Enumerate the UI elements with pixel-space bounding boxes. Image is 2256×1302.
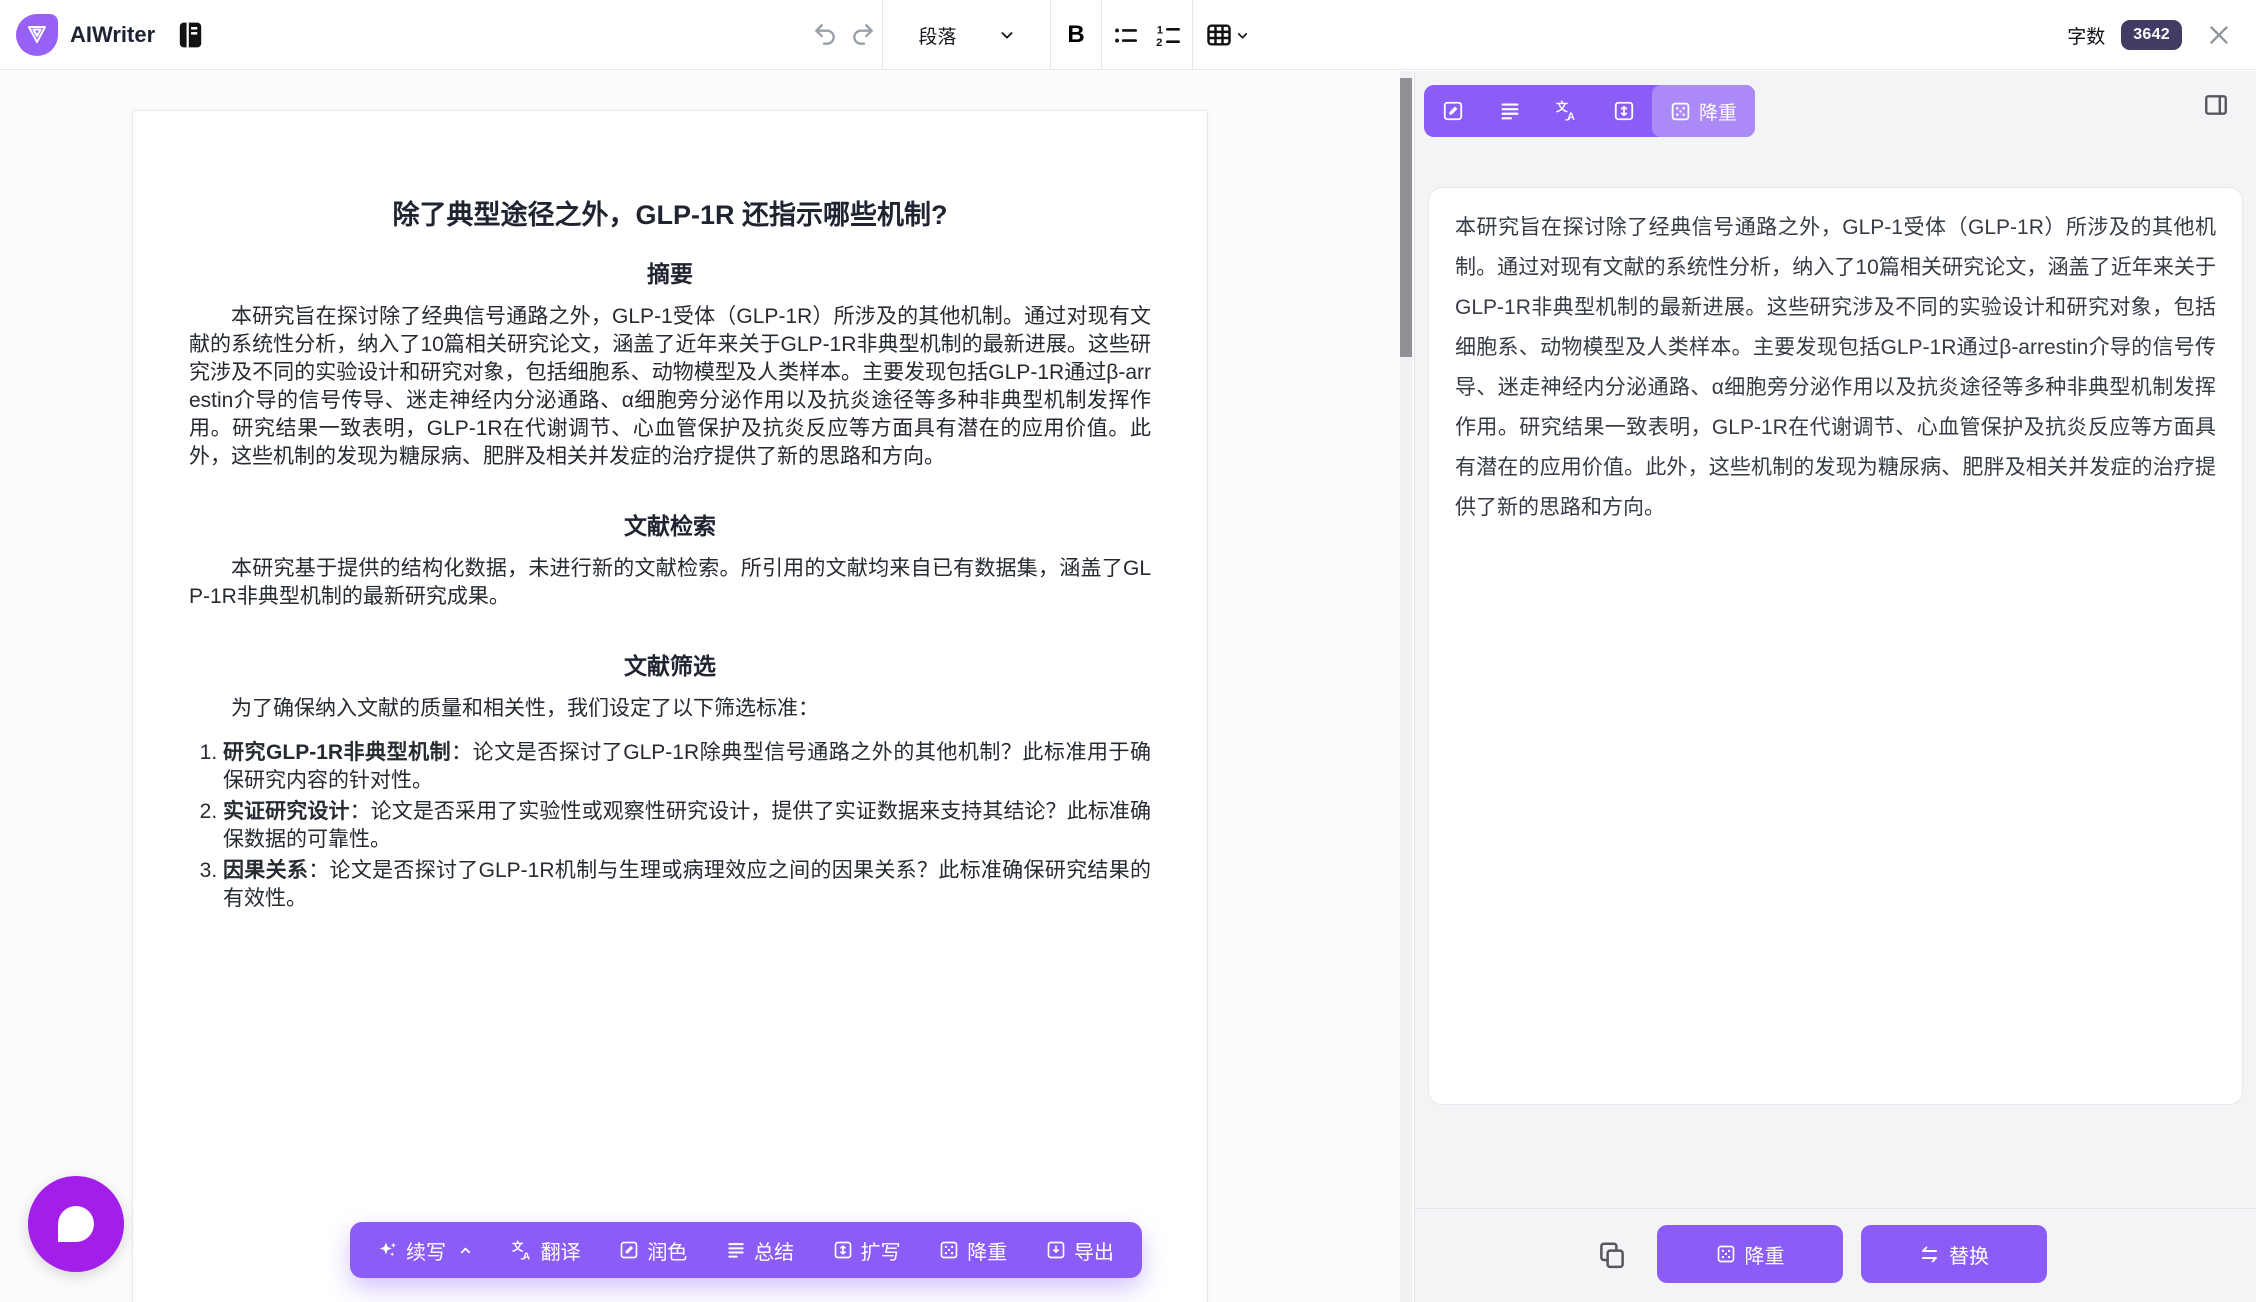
dedupe-square-icon bbox=[1716, 1244, 1736, 1264]
polish-button[interactable]: 润色 bbox=[619, 1236, 687, 1265]
abstract-heading[interactable]: 摘要 bbox=[189, 255, 1151, 289]
topbar-right: 字数 3642 bbox=[2067, 0, 2232, 70]
sparkles-icon bbox=[378, 1240, 398, 1260]
svg-text:2: 2 bbox=[1156, 37, 1162, 49]
screening-criteria-list[interactable]: 研究GLP-1R非典型机制：论文是否探讨了GLP-1R除典型信号通路之外的其他机… bbox=[223, 739, 1151, 913]
summarize-button[interactable]: 总结 bbox=[726, 1236, 794, 1265]
document-title[interactable]: 除了典型途径之外，GLP-1R 还指示哪些机制? bbox=[189, 197, 1151, 233]
top-toolbar: AIWriter 段落 B bbox=[0, 0, 2256, 70]
word-count-label: 字数 bbox=[2067, 22, 2105, 49]
chat-bubble-icon bbox=[58, 1206, 94, 1242]
criterion-desc: ：论文是否采用了实验性或观察性研究设计，提供了实证数据来支持其结论？此标准确保数… bbox=[223, 800, 1151, 851]
expand-square-icon bbox=[833, 1240, 853, 1260]
lit-search-heading[interactable]: 文献检索 bbox=[189, 507, 1151, 541]
numbered-list-button[interactable]: 1 2 bbox=[1155, 22, 1182, 49]
paragraph-style-dropdown[interactable]: 段落 bbox=[883, 0, 1050, 70]
continue-writing-button[interactable]: 续写 bbox=[378, 1236, 473, 1265]
edit-square-icon bbox=[1442, 100, 1464, 122]
dedupe-result-card: 本研究旨在探讨除了经典信号通路之外，GLP-1受体（GLP-1R）所涉及的其他机… bbox=[1428, 187, 2243, 1105]
lines-icon bbox=[726, 1240, 746, 1260]
table-icon bbox=[1205, 21, 1233, 49]
svg-text:1: 1 bbox=[1157, 24, 1163, 36]
list-item[interactable]: 研究GLP-1R非典型机制：论文是否探讨了GLP-1R除典型信号通路之外的其他机… bbox=[223, 739, 1151, 795]
document-page[interactable]: 除了典型途径之外，GLP-1R 还指示哪些机制? 摘要 本研究旨在探讨除了经典信… bbox=[132, 110, 1208, 1302]
tab-dedupe[interactable]: 降重 bbox=[1652, 85, 1755, 137]
brand: AIWriter bbox=[16, 14, 204, 56]
export-button[interactable]: 导出 bbox=[1046, 1236, 1114, 1265]
tab-dedupe-label: 降重 bbox=[1699, 98, 1737, 125]
app-name: AIWriter bbox=[70, 22, 155, 48]
tab-expand[interactable] bbox=[1595, 85, 1652, 137]
caret-up-icon bbox=[458, 1243, 473, 1258]
expand-square-icon bbox=[1613, 100, 1635, 122]
screening-heading[interactable]: 文献筛选 bbox=[189, 647, 1151, 681]
tab-summarize[interactable] bbox=[1481, 85, 1538, 137]
screening-intro-paragraph[interactable]: 为了确保纳入文献的质量和相关性，我们设定了以下筛选标准： bbox=[189, 695, 1151, 723]
swap-arrows-icon bbox=[1919, 1244, 1940, 1265]
bold-button[interactable]: B bbox=[1067, 21, 1084, 49]
criterion-term: 实证研究设计 bbox=[223, 800, 350, 823]
paragraph-style-value: 段落 bbox=[918, 22, 956, 49]
document-panel-icon[interactable] bbox=[177, 20, 204, 50]
collapse-panel-icon[interactable] bbox=[2202, 92, 2230, 118]
undo-button[interactable] bbox=[806, 0, 844, 70]
dedupe-result-text: 本研究旨在探讨除了经典信号通路之外，GLP-1受体（GLP-1R）所涉及的其他机… bbox=[1455, 208, 2216, 528]
tab-polish[interactable] bbox=[1424, 85, 1481, 137]
criterion-term: 因果关系 bbox=[223, 859, 308, 882]
dedupe-action-button[interactable]: 降重 bbox=[1657, 1225, 1843, 1283]
list-item[interactable]: 因果关系：论文是否探讨了GLP-1R机制与生理或病理效应之间的因果关系？此标准确… bbox=[223, 857, 1151, 913]
list-item[interactable]: 实证研究设计：论文是否采用了实验性或观察性研究设计，提供了实证数据来支持其结论？… bbox=[223, 798, 1151, 854]
editor-toolbar: 段落 B 1 2 bbox=[806, 0, 1265, 70]
dedupe-square-icon bbox=[939, 1240, 959, 1260]
editor-scrollbar-thumb[interactable] bbox=[1400, 78, 1412, 357]
lit-search-paragraph[interactable]: 本研究基于提供的结构化数据，未进行新的文献检索。所引用的文献均来自已有数据集，涵… bbox=[189, 555, 1151, 611]
dedupe-square-icon bbox=[1670, 101, 1691, 122]
expand-button[interactable]: 扩写 bbox=[833, 1236, 901, 1265]
translate-icon: 文 A bbox=[512, 1240, 533, 1261]
chat-fab-button[interactable] bbox=[28, 1176, 124, 1272]
chevron-down-icon bbox=[1236, 29, 1249, 42]
bullet-list-button[interactable] bbox=[1112, 22, 1139, 49]
copy-icon[interactable] bbox=[1597, 1240, 1627, 1270]
panel-footer-divider bbox=[1415, 1208, 2256, 1209]
export-square-icon bbox=[1046, 1240, 1066, 1260]
insert-table-dropdown[interactable] bbox=[1193, 0, 1265, 70]
criterion-desc: ：论文是否探讨了GLP-1R机制与生理或病理效应之间的因果关系？此标准确保研究结… bbox=[223, 859, 1151, 910]
replace-action-button[interactable]: 替换 bbox=[1861, 1225, 2047, 1283]
panel-tabbar: 文 A 降重 bbox=[1424, 85, 1755, 137]
word-count-badge: 3642 bbox=[2121, 20, 2182, 50]
selection-toolbar: 续写 文 A 翻译 润色 总结 bbox=[350, 1222, 1142, 1278]
lines-icon bbox=[1499, 100, 1521, 122]
svg-text:A: A bbox=[1567, 111, 1575, 122]
close-icon[interactable] bbox=[2206, 22, 2232, 48]
redo-button[interactable] bbox=[844, 0, 882, 70]
dedupe-button[interactable]: 降重 bbox=[939, 1236, 1007, 1265]
abstract-paragraph[interactable]: 本研究旨在探讨除了经典信号通路之外，GLP-1受体（GLP-1R）所涉及的其他机… bbox=[189, 303, 1151, 471]
main-area: 除了典型途径之外，GLP-1R 还指示哪些机制? 摘要 本研究旨在探讨除了经典信… bbox=[0, 71, 2256, 1302]
assistant-panel: 文 A 降重 bbox=[1414, 71, 2256, 1302]
criterion-term: 研究GLP-1R非典型机制 bbox=[223, 741, 451, 764]
edit-square-icon bbox=[619, 1240, 639, 1260]
translate-button[interactable]: 文 A 翻译 bbox=[512, 1236, 581, 1265]
editor-area: 除了典型途径之外，GLP-1R 还指示哪些机制? 摘要 本研究旨在探讨除了经典信… bbox=[0, 71, 1413, 1302]
chevron-down-icon bbox=[999, 27, 1015, 43]
app-logo-icon bbox=[16, 14, 58, 56]
translate-icon: 文 A bbox=[1556, 100, 1578, 122]
tab-translate[interactable]: 文 A bbox=[1538, 85, 1595, 137]
